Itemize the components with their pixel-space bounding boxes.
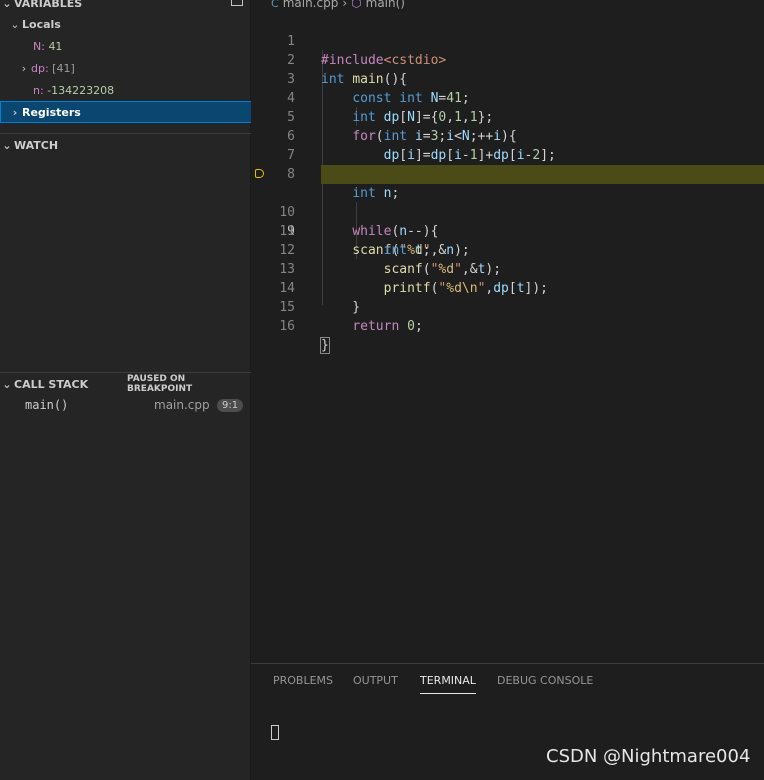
chevron-down-icon: ⌄	[10, 17, 20, 31]
frame-file: main.cpp	[154, 398, 210, 412]
terminal-cursor[interactable]	[271, 725, 279, 740]
variable-value: 41	[48, 39, 63, 53]
watch-section-header[interactable]: ⌄ WATCH	[0, 134, 250, 156]
method-icon: ⬡	[351, 0, 362, 10]
code-line: 1 #include<cstdio>	[251, 13, 764, 68]
tab-problems[interactable]: PROBLEMS	[273, 674, 333, 687]
code-line: 15 return 0;	[251, 279, 764, 334]
callstack-title: CALL STACK	[14, 377, 89, 391]
watermark: CSDN @Nightmare004	[546, 746, 751, 767]
code-line: 2 int main(){	[251, 32, 764, 87]
variable-row[interactable]: › dp: [41]	[0, 57, 267, 79]
code-line: 14 }	[251, 260, 764, 315]
tab-output[interactable]: OUTPUT	[353, 674, 398, 687]
variable-name: n:	[33, 83, 44, 97]
breadcrumb-symbol[interactable]: main()	[366, 0, 405, 10]
cpp-file-icon: C	[271, 0, 279, 10]
code-text: return 0;	[352, 319, 423, 334]
variable-row[interactable]: n: -134223208	[0, 79, 283, 101]
code-line: 4 int dp[N]={0,1,1};	[251, 70, 764, 125]
code-line: 11 int t;	[251, 203, 764, 258]
registers-label: Registers	[22, 105, 81, 119]
registers-scope[interactable]: › Registers	[0, 101, 258, 123]
chevron-right-icon: ›	[342, 0, 348, 10]
tab-debug-console[interactable]: DEBUG CONSOLE	[497, 674, 593, 687]
chevron-down-icon: ⌄	[2, 138, 12, 152]
line-number: 16	[279, 319, 295, 334]
variables-section-header[interactable]: ⌄ VARIABLES	[0, 0, 250, 14]
variable-value: [41]	[52, 61, 75, 75]
code-line: 10 while(n--){	[251, 184, 764, 239]
code-line: 16 }	[251, 298, 764, 354]
chevron-right-icon: ›	[12, 105, 18, 119]
code-text: }	[320, 337, 330, 354]
frame-function: main()	[25, 398, 69, 412]
breadcrumb: C main.cpp › ⬡ main()	[271, 0, 405, 10]
stack-frame[interactable]: main() main.cpp 9:1	[0, 394, 250, 416]
current-line-highlight	[321, 165, 764, 184]
chevron-down-icon: ⌄	[2, 0, 12, 10]
code-line: 8 int n;	[251, 146, 764, 201]
breadcrumb-file[interactable]: main.cpp	[283, 0, 339, 10]
callstack-section-header[interactable]: ⌄ CALL STACK PAUSED ON BREAKPOINT	[0, 373, 250, 395]
variable-value: -134223208	[47, 83, 115, 97]
code-line: 6 dp[i]=dp[i-1]+dp[i-2];	[251, 108, 764, 163]
code-line-current: 9 scanf("%d",&n);	[251, 165, 764, 258]
variables-title: VARIABLES	[14, 0, 83, 10]
code-line: 7 }	[251, 127, 764, 182]
code-editor[interactable]: C main.cpp › ⬡ main() 1 #include<cstdio>…	[251, 0, 764, 663]
variable-name: N:	[33, 39, 45, 53]
code-line: 5 for(int i=3;i<N;++i){	[251, 89, 764, 144]
variable-row[interactable]: N: 41	[0, 35, 283, 57]
watch-title: WATCH	[14, 138, 59, 152]
debug-sidebar: ⌄ VARIABLES ⌄ Locals N: 41 › dp: [41] n:…	[0, 0, 258, 780]
breakpoint-arrow-icon[interactable]	[255, 169, 264, 178]
code-line: 12 scanf("%d",&t);	[251, 222, 764, 277]
variable-name: dp:	[31, 61, 49, 75]
collapse-all-icon[interactable]	[231, 0, 243, 6]
callstack-status: PAUSED ON BREAKPOINT	[127, 374, 193, 394]
locals-scope[interactable]: ⌄ Locals	[0, 13, 258, 35]
locals-label: Locals	[22, 17, 61, 31]
tab-terminal[interactable]: TERMINAL	[420, 674, 476, 694]
code-line: 13 printf("%d\n",dp[t]);	[251, 241, 764, 296]
chevron-down-icon: ⌄	[2, 377, 12, 391]
chevron-right-icon[interactable]: ›	[17, 62, 31, 75]
code-line: 3 const int N=41;	[251, 51, 764, 106]
frame-position-badge: 9:1	[217, 398, 244, 412]
